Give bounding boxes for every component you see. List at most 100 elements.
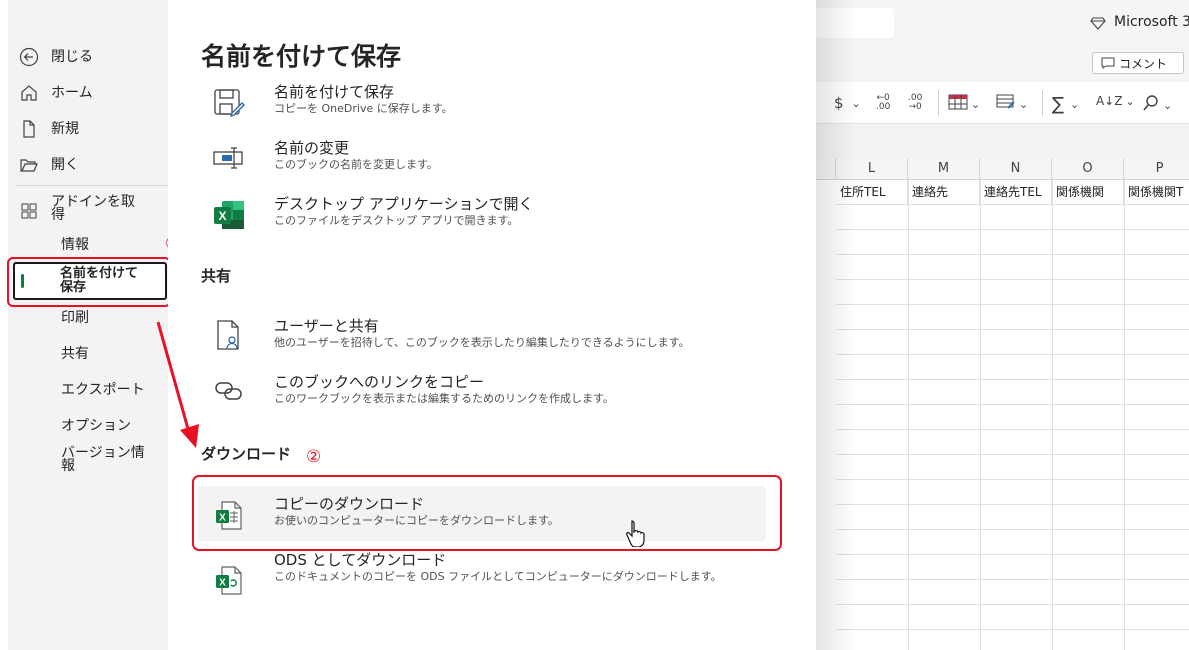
svg-text:X: X <box>218 209 226 223</box>
ribbon-separator <box>938 90 939 116</box>
section-download: ダウンロード <box>201 445 292 463</box>
link-icon <box>212 374 244 406</box>
option-desc: このドキュメントのコピーを ODS ファイルとしてコンピューターにダウンロードし… <box>274 570 722 583</box>
annotation-number-2: ② <box>306 447 322 467</box>
chevron-down-icon: ⌄ <box>1019 97 1029 111</box>
cell-style-button[interactable]: ⌄ <box>996 94 1028 114</box>
modal-shadow <box>816 0 856 650</box>
option-rename[interactable]: 名前の変更 このブックの名前を変更します。 <box>198 140 768 196</box>
comment-button[interactable]: コメント <box>1092 52 1184 74</box>
option-copy-link[interactable]: このブックへのリンクをコピー このワークブックを表示または編集するためのリンクを… <box>198 374 768 430</box>
search-icon <box>1142 94 1160 116</box>
nav-new-label: 新規 <box>51 121 79 137</box>
nav-share[interactable]: 共有 <box>61 347 89 361</box>
nav-home[interactable]: ホーム <box>18 82 168 104</box>
increase-decimal-button[interactable]: .00 →0 <box>908 94 922 112</box>
sort-filter-button[interactable]: A↓Z ⌄ <box>1096 94 1135 108</box>
addins-grid-icon <box>18 200 40 222</box>
formula-area <box>816 124 1189 158</box>
grid-line <box>836 404 1189 405</box>
option-desc: コピーを OneDrive に保存します。 <box>274 102 453 115</box>
nav-close-label: 閉じる <box>51 49 93 65</box>
option-desc: このワークブックを表示または編集するためのリンクを作成します。 <box>274 392 614 405</box>
decrease-decimal-button[interactable]: ←0 .00 <box>876 94 890 112</box>
column-header[interactable]: N <box>980 158 1052 180</box>
grid-line <box>836 629 1189 630</box>
section-share: 共有 <box>201 267 232 285</box>
diamond-icon <box>1090 15 1106 35</box>
nav-addins-label: アドインを取得 <box>51 194 135 223</box>
nav-open-label: 開く <box>51 157 79 173</box>
chevron-down-icon: ⌄ <box>971 97 981 111</box>
nav-divider <box>16 185 168 186</box>
nav-export[interactable]: エクスポート <box>61 383 145 397</box>
grid-line <box>836 579 1189 580</box>
grid-line <box>836 454 1189 455</box>
grid-line <box>836 379 1189 380</box>
option-open-desktop[interactable]: X デスクトップ アプリケーションで開く このファイルをデスクトップ アプリで開… <box>198 196 768 252</box>
table-cell[interactable]: 関係機関T <box>1124 180 1189 204</box>
column-header[interactable]: O <box>1052 158 1124 180</box>
share-user-icon <box>212 318 244 350</box>
table-cell[interactable]: 関係機関 <box>1052 180 1124 204</box>
comment-button-label: コメント <box>1119 56 1168 71</box>
chevron-down-icon: ⌄ <box>1070 98 1080 111</box>
nav-info[interactable]: 情報 <box>61 238 89 252</box>
column-header[interactable]: P <box>1124 158 1189 180</box>
grid-line <box>836 529 1189 530</box>
option-desc: このブックの名前を変更します。 <box>274 158 438 171</box>
autosum-button[interactable]: ∑ ⌄ <box>1052 94 1079 115</box>
autosum-label: ∑ <box>1052 94 1065 115</box>
grid-line <box>836 604 1189 605</box>
grid-line <box>836 254 1189 255</box>
column-header[interactable]: M <box>908 158 980 180</box>
chevron-down-icon: ⌄ <box>1163 98 1173 112</box>
ods-file-icon: X <box>212 564 244 596</box>
nav-print[interactable]: 印刷 <box>61 311 89 325</box>
nav-addins[interactable]: アドインを取得 <box>18 194 168 223</box>
sort-label: A↓Z <box>1096 94 1123 108</box>
grid-line <box>836 429 1189 430</box>
decrease-decimal-bottom: .00 <box>876 102 891 112</box>
excel-background: Microsoft 365 コメント $ ⌄ ←0 .00 .00 →0 ⌄ ⌄… <box>816 0 1189 650</box>
grid-line <box>836 354 1189 355</box>
nav-close[interactable]: 閉じる <box>18 46 168 68</box>
ms365-title: Microsoft 365 <box>1114 14 1189 30</box>
nav-options[interactable]: オプション <box>61 419 131 433</box>
ribbon-separator <box>1042 90 1043 116</box>
table-format-icon <box>948 94 968 114</box>
table-cell[interactable]: 連絡先TEL <box>980 180 1052 204</box>
option-title: ODS としてダウンロード <box>274 551 447 569</box>
option-download-ods[interactable]: X ODS としてダウンロード このドキュメントのコピーを ODS ファイルとし… <box>198 552 768 612</box>
grid-line <box>836 279 1189 280</box>
option-share-user[interactable]: ユーザーと共有 他のユーザーを招待して、このブックを表示したり編集したりできるよ… <box>198 318 768 374</box>
cell-style-icon <box>996 94 1016 114</box>
annotation-arrow <box>156 321 199 448</box>
annotation-box-2 <box>192 475 782 551</box>
find-button[interactable]: ⌄ <box>1142 94 1172 116</box>
option-title: ユーザーと共有 <box>274 317 379 335</box>
nav-home-label: ホーム <box>51 85 93 101</box>
increase-decimal-bottom: →0 <box>908 102 922 112</box>
save-as-icon <box>212 86 245 118</box>
nav-open[interactable]: 開く <box>18 154 168 176</box>
option-desc: このファイルをデスクトップ アプリで開きます。 <box>274 214 519 227</box>
option-desc: 他のユーザーを招待して、このブックを表示したり編集したりできるようにします。 <box>274 336 690 349</box>
nav-new[interactable]: 新規 <box>18 118 168 140</box>
rename-icon <box>212 142 244 174</box>
nav-version[interactable]: バージョン情報 <box>61 446 155 473</box>
grid-line <box>836 554 1189 555</box>
option-title: 名前を付けて保存 <box>274 83 395 101</box>
grid-line <box>836 479 1189 480</box>
back-arrow-icon <box>18 46 40 68</box>
table-cell[interactable]: 連絡先 <box>908 180 980 204</box>
table-format-button[interactable]: ⌄ <box>948 94 980 114</box>
svg-text:X: X <box>219 578 226 589</box>
folder-open-icon <box>18 154 40 176</box>
option-title: 名前の変更 <box>274 139 350 157</box>
new-file-icon <box>18 118 40 140</box>
grid-line <box>836 229 1189 230</box>
grid-line <box>836 329 1189 330</box>
comment-icon <box>1101 57 1115 69</box>
option-save-as[interactable]: 名前を付けて保存 コピーを OneDrive に保存します。 <box>198 84 768 140</box>
